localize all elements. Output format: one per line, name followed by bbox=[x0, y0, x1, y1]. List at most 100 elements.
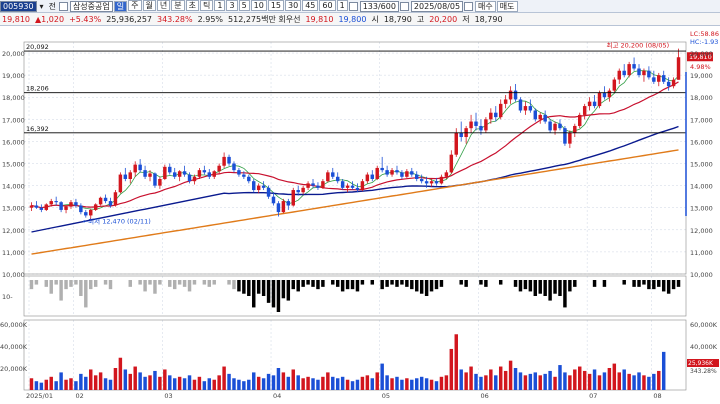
interval-tab-6[interactable]: 45 bbox=[302, 0, 319, 11]
interval-tab-0[interactable]: 1 bbox=[214, 0, 226, 11]
indicator-panel bbox=[23, 275, 687, 317]
candle-body bbox=[424, 181, 429, 184]
candle-body bbox=[657, 75, 661, 82]
search-icon[interactable] bbox=[58, 1, 68, 11]
candle-body bbox=[489, 112, 493, 120]
candle-body bbox=[118, 174, 123, 193]
indicator-bar bbox=[143, 280, 147, 292]
indicator-bar bbox=[632, 280, 636, 287]
volume-bar bbox=[222, 366, 226, 390]
volume-bar bbox=[419, 376, 424, 390]
date-tick: 08 bbox=[653, 392, 661, 400]
period-tab-day[interactable]: 일 bbox=[113, 0, 128, 12]
volume-bar bbox=[84, 376, 88, 390]
candle-body bbox=[172, 172, 177, 177]
candle-body bbox=[553, 123, 557, 131]
candle-body bbox=[222, 156, 226, 166]
sell-button[interactable]: 매도 bbox=[496, 0, 518, 12]
volume-bar bbox=[484, 375, 488, 390]
stock-menu-icon[interactable]: ▾ bbox=[38, 1, 46, 12]
settings-icon[interactable] bbox=[348, 1, 358, 11]
price-tick-right: 15,000 bbox=[690, 161, 713, 169]
indicator-bar bbox=[657, 280, 661, 287]
candle-body bbox=[429, 181, 434, 184]
candle-body bbox=[168, 166, 172, 173]
buy-button[interactable]: 매수 bbox=[475, 0, 496, 12]
interval-tab-8[interactable]: 1 bbox=[336, 0, 348, 11]
volume-bar bbox=[256, 376, 261, 390]
period-tab-3[interactable]: 분 bbox=[171, 0, 185, 11]
candle-body bbox=[138, 164, 142, 171]
interval-tab-4[interactable]: 15 bbox=[267, 0, 285, 11]
interval-tab-1[interactable]: 3 bbox=[226, 0, 238, 11]
period-tab-2[interactable]: 년 bbox=[156, 0, 171, 11]
interval-tab-7[interactable]: 60 bbox=[319, 0, 336, 11]
indicator-bar bbox=[311, 280, 315, 287]
volume-bar bbox=[113, 368, 118, 390]
indicator-bar bbox=[266, 280, 271, 303]
count-field[interactable]: 133/600 bbox=[359, 0, 399, 12]
indicator-bar bbox=[538, 280, 542, 294]
indicator-bar bbox=[89, 280, 93, 290]
volume-bar bbox=[538, 375, 542, 390]
stock-chart[interactable]: 20,092 18,206 16,392 최고 20,200 (08/05) ←최저 1… bbox=[0, 26, 720, 404]
candle-body bbox=[340, 181, 345, 188]
candle-body bbox=[316, 185, 320, 188]
candle-body bbox=[459, 132, 463, 138]
candle-body bbox=[637, 68, 641, 76]
candle-body bbox=[301, 187, 305, 193]
indicator-bar bbox=[148, 280, 152, 285]
indicator-bar bbox=[528, 280, 533, 292]
indicator-bar bbox=[177, 280, 182, 285]
candle-body bbox=[69, 202, 73, 207]
indicator-bar bbox=[592, 280, 597, 287]
interval-tab-5[interactable]: 30 bbox=[285, 0, 302, 11]
indicator-bar bbox=[247, 280, 251, 296]
indicator-bar bbox=[434, 280, 439, 290]
volume-bar bbox=[266, 373, 271, 390]
indicator-bar bbox=[676, 280, 681, 287]
period-tab-0[interactable]: 주 bbox=[128, 0, 142, 11]
indicator-bar bbox=[242, 280, 246, 294]
candle-body bbox=[74, 202, 78, 206]
view-selector[interactable]: 전 bbox=[47, 1, 58, 12]
indicator-bar bbox=[276, 280, 281, 312]
candle-body bbox=[479, 125, 483, 131]
chevron-down-icon[interactable] bbox=[399, 1, 409, 11]
volume-bar bbox=[489, 369, 493, 390]
stock-name-field[interactable]: 삼성중공업 bbox=[69, 0, 113, 12]
volume-bar bbox=[578, 366, 582, 390]
volume-bar bbox=[444, 375, 449, 390]
low-label: 저 bbox=[462, 14, 470, 24]
date-field[interactable]: 2025/08/05 bbox=[410, 0, 464, 12]
candle-body bbox=[528, 106, 533, 111]
interval-tab-3[interactable]: 10 bbox=[250, 0, 267, 11]
candle-body bbox=[326, 172, 330, 182]
candle-body bbox=[84, 212, 88, 216]
volume-bar bbox=[39, 382, 44, 390]
period-tab-1[interactable]: 월 bbox=[142, 0, 156, 11]
indicator-bar bbox=[400, 280, 404, 285]
indicator-bar bbox=[355, 280, 360, 292]
candle-body bbox=[385, 170, 389, 175]
candle-body bbox=[415, 174, 419, 179]
volume-bar bbox=[642, 375, 646, 390]
period-tab-5[interactable]: 틱 bbox=[200, 0, 214, 11]
current-price: 19,810 bbox=[2, 14, 30, 24]
volume-bar bbox=[622, 369, 626, 390]
calendar-icon[interactable] bbox=[464, 1, 474, 11]
volume-bar bbox=[395, 376, 399, 390]
volume-bar bbox=[271, 375, 276, 390]
candle-body bbox=[592, 101, 597, 107]
volume-value: 25,936,257 bbox=[106, 14, 152, 24]
stock-code-input[interactable]: 005930 bbox=[0, 0, 37, 12]
indicator-bar bbox=[370, 280, 375, 285]
indicator-bar bbox=[563, 280, 567, 308]
volume-bar bbox=[370, 378, 375, 390]
indicator-bar bbox=[385, 280, 389, 287]
candle-body bbox=[449, 154, 454, 173]
period-tab-4[interactable]: 초 bbox=[185, 0, 199, 11]
interval-tab-2[interactable]: 5 bbox=[238, 0, 250, 11]
volume-bar bbox=[98, 372, 103, 390]
indicator-bar bbox=[647, 280, 651, 290]
